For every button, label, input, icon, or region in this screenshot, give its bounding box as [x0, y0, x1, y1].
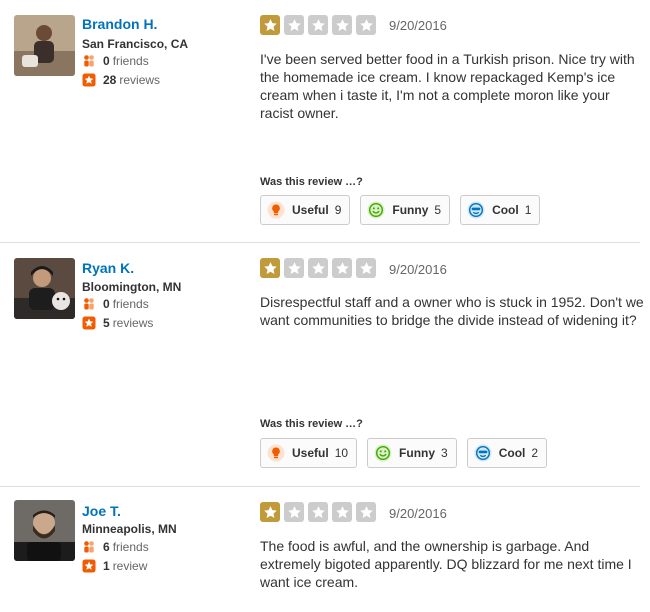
friends-number: 6	[103, 540, 110, 554]
vote-question: Was this review …?	[260, 418, 363, 430]
star-rating	[260, 15, 380, 35]
user-location: Minneapolis, MN	[82, 522, 177, 536]
vote-count: 1	[524, 203, 532, 217]
vote-useful-button[interactable]: Useful 10	[260, 438, 358, 468]
reviews-count: 5 reviews	[82, 316, 153, 330]
star-rating	[260, 258, 380, 278]
useful-bulb-icon	[267, 444, 285, 462]
vote-buttons: Useful 9 Funny 5 Cool 1	[260, 195, 550, 225]
vote-count: 5	[434, 203, 442, 217]
vote-buttons: Useful 10 Funny 3 Cool 2	[260, 438, 557, 468]
star-empty-icon	[308, 258, 328, 278]
vote-count: 2	[531, 446, 539, 460]
star-empty-icon	[284, 502, 304, 522]
star-empty-icon	[356, 258, 376, 278]
star-empty-icon	[356, 15, 376, 35]
cool-sunglasses-icon	[474, 444, 492, 462]
star-filled-icon	[260, 258, 280, 278]
user-name-link[interactable]: Joe T.	[82, 503, 121, 519]
review-text: Disrespectful staff and a owner who is s…	[260, 294, 644, 328]
star-empty-icon	[308, 502, 328, 522]
friends-label: friends	[112, 297, 149, 311]
friends-count: 0 friends	[82, 297, 149, 311]
vote-label: Cool	[492, 203, 519, 217]
review-item: Ryan K. Bloomington, MN 0 friends 5 review…	[0, 243, 650, 486]
funny-smile-icon	[374, 444, 392, 462]
reviews-label: reviews	[112, 316, 154, 330]
reviews-count: 1 review	[82, 559, 147, 573]
reviews-number: 28	[103, 73, 117, 87]
friends-number: 0	[103, 54, 110, 68]
star-empty-icon	[284, 15, 304, 35]
vote-cool-button[interactable]: Cool 1	[460, 195, 541, 225]
friends-icon	[82, 297, 96, 311]
user-name-link[interactable]: Ryan K.	[82, 260, 134, 276]
user-location: San Francisco, CA	[82, 37, 189, 51]
reviews-star-icon	[82, 73, 96, 87]
vote-label: Useful	[292, 446, 329, 460]
review-item: Brandon H. San Francisco, CA 0 friends 28…	[0, 0, 650, 242]
star-rating	[260, 502, 380, 522]
reviews-star-icon	[82, 559, 96, 573]
vote-cool-button[interactable]: Cool 2	[466, 438, 548, 468]
vote-question: Was this review …?	[260, 176, 363, 188]
friends-label: friends	[112, 540, 149, 554]
review-item: Joe T. Minneapolis, MN 6 friends 1 review …	[0, 487, 650, 612]
vote-label: Cool	[498, 446, 526, 460]
funny-smile-icon	[367, 201, 385, 219]
vote-funny-button[interactable]: Funny 5	[360, 195, 451, 225]
user-avatar[interactable]	[14, 500, 75, 561]
reviews-label: reviews	[119, 73, 161, 87]
user-avatar[interactable]	[14, 15, 75, 76]
reviews-number: 1	[103, 559, 110, 573]
star-filled-icon	[260, 15, 280, 35]
user-location: Bloomington, MN	[82, 280, 182, 294]
reviews-label: review	[112, 559, 148, 573]
star-empty-icon	[308, 15, 328, 35]
star-empty-icon	[284, 258, 304, 278]
review-date: 9/20/2016	[389, 18, 447, 33]
reviews-count: 28 reviews	[82, 73, 160, 87]
review-date: 9/20/2016	[389, 262, 447, 277]
friends-count: 0 friends	[82, 54, 149, 68]
user-avatar[interactable]	[14, 258, 75, 319]
vote-label: Useful	[292, 203, 329, 217]
vote-useful-button[interactable]: Useful 9	[260, 195, 351, 225]
vote-count: 10	[334, 446, 349, 460]
vote-label: Funny	[392, 203, 429, 217]
vote-count: 9	[334, 203, 342, 217]
useful-bulb-icon	[267, 201, 285, 219]
friends-count: 6 friends	[82, 540, 149, 554]
vote-count: 3	[441, 446, 448, 460]
vote-label: Funny	[399, 446, 436, 460]
vote-funny-button[interactable]: Funny 3	[367, 438, 457, 468]
star-empty-icon	[356, 502, 376, 522]
friends-icon	[82, 54, 96, 68]
star-empty-icon	[332, 258, 352, 278]
friends-icon	[82, 540, 96, 554]
reviews-star-icon	[82, 316, 96, 330]
star-filled-icon	[260, 502, 280, 522]
friends-label: friends	[112, 54, 149, 68]
reviews-number: 5	[103, 316, 110, 330]
review-text: I've been served better food in a Turkis…	[260, 51, 635, 121]
cool-sunglasses-icon	[467, 201, 485, 219]
user-name-link[interactable]: Brandon H.	[82, 16, 157, 32]
review-text: The food is awful, and the ownership is …	[260, 538, 632, 590]
star-empty-icon	[332, 502, 352, 522]
friends-number: 0	[103, 297, 110, 311]
star-empty-icon	[332, 15, 352, 35]
review-date: 9/20/2016	[389, 506, 447, 521]
